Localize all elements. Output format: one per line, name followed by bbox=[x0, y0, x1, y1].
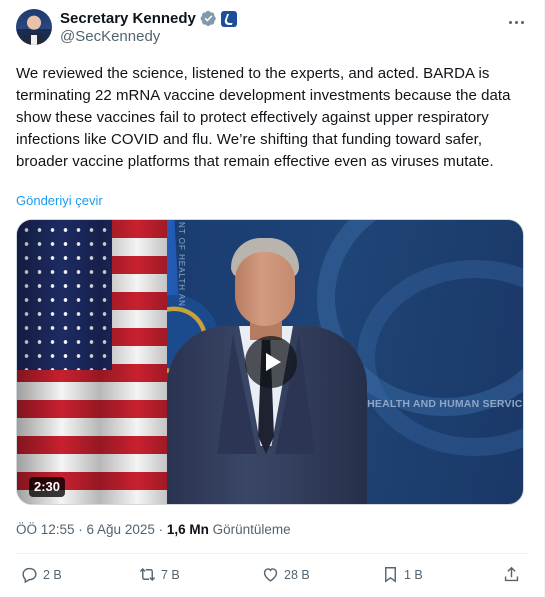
tweet-text: We reviewed the science, listened to the… bbox=[16, 65, 515, 170]
author-name-row: Secretary Kennedy bbox=[60, 9, 237, 28]
bookmark-button[interactable]: 1 B bbox=[381, 565, 423, 584]
repost-icon bbox=[139, 567, 156, 582]
reply-button[interactable]: 2 B bbox=[20, 565, 62, 584]
backdrop-text: OF HEALTH AND HUMAN SERVICES bbox=[349, 398, 524, 410]
translate-link[interactable]: Gönderiyi çevir bbox=[16, 193, 103, 208]
repost-count: 7 B bbox=[161, 567, 180, 582]
views-label: Görüntüleme bbox=[208, 522, 291, 537]
share-button[interactable] bbox=[502, 565, 521, 584]
reply-count: 2 B bbox=[43, 567, 62, 582]
repost-button[interactable]: 7 B bbox=[138, 565, 180, 584]
tweet: Secretary Kennedy @SecKennedy We reviewe… bbox=[0, 0, 545, 597]
views-count[interactable]: 1,6 Mn bbox=[167, 522, 209, 537]
display-name[interactable]: Secretary Kennedy bbox=[60, 10, 196, 27]
reply-icon bbox=[22, 567, 37, 584]
play-button[interactable] bbox=[245, 336, 297, 388]
timestamp[interactable]: ÖÖ 12:55 · 6 Ağu 2025 · bbox=[16, 522, 167, 537]
like-icon bbox=[263, 568, 278, 582]
avatar-shirt bbox=[31, 35, 37, 45]
like-button[interactable]: 28 B bbox=[261, 565, 310, 584]
like-count: 28 B bbox=[284, 567, 310, 582]
bookmark-count: 1 B bbox=[404, 567, 423, 582]
more-options-icon[interactable] bbox=[506, 12, 526, 32]
share-icon bbox=[504, 566, 519, 582]
video-duration: 2:30 bbox=[29, 477, 66, 497]
play-icon bbox=[266, 353, 281, 371]
video-player[interactable]: NT OF HEALTH AN OF HEALTH AND HUMAN SERV… bbox=[16, 219, 524, 505]
flag-shade bbox=[17, 220, 167, 504]
author-handle[interactable]: @SecKennedy bbox=[60, 28, 160, 45]
avatar[interactable] bbox=[16, 9, 52, 45]
tweet-meta: ÖÖ 12:55 · 6 Ağu 2025 · 1,6 Mn Görüntüle… bbox=[16, 522, 291, 537]
divider bbox=[16, 553, 528, 554]
verified-badge-icon[interactable] bbox=[200, 10, 217, 27]
action-bar: 2 B 7 B 28 B 1 B bbox=[16, 565, 528, 587]
speaker-head bbox=[235, 252, 295, 326]
bookmark-icon bbox=[385, 567, 396, 583]
government-badge-icon[interactable] bbox=[220, 10, 237, 27]
